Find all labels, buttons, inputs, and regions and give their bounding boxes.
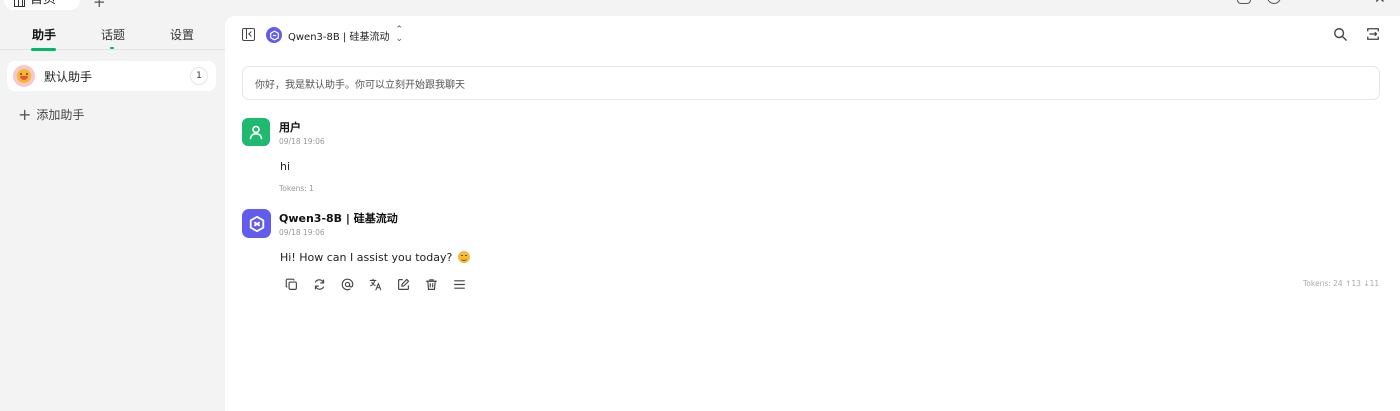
add-assistant-button[interactable]: + 添加助手 (18, 106, 84, 123)
translate-button[interactable] (367, 276, 383, 292)
delete-button[interactable] (423, 276, 439, 292)
at-sign-icon (341, 278, 353, 290)
tab-assistants[interactable]: 助手 (32, 26, 56, 43)
chat-header: Qwen3-8B | 硅基流动 ⌃ ⌄ (225, 16, 1400, 54)
add-tab-button[interactable]: + (93, 0, 106, 11)
sidebar-tabs: 助手 话题 设置 (0, 16, 225, 51)
add-assistant-label: 添加助手 (36, 108, 85, 122)
home-grid-icon (14, 0, 25, 7)
assistant-name: 默认助手 (44, 70, 93, 84)
sidebar: 助手 话题 设置 默认助手 1 + 添加助手 (0, 16, 225, 411)
tab-settings[interactable]: 设置 (170, 26, 194, 43)
search-icon[interactable] (1333, 27, 1347, 41)
layout-toggle-icon[interactable] (1366, 27, 1380, 41)
close-window-icon[interactable]: ✕ (1374, 0, 1386, 7)
assistant-item-default[interactable]: 默认助手 1 (7, 61, 216, 91)
model-name: Qwen3-8B | 硅基流动 (288, 31, 390, 43)
message-time: 09/18 19:06 (279, 228, 325, 237)
chevron-updown-icon: ⌃ ⌄ (395, 25, 404, 44)
message-actions (283, 276, 467, 292)
user-icon (249, 125, 263, 140)
active-tab-indicator (31, 48, 56, 51)
sidebar-toggle-icon[interactable] (242, 28, 255, 41)
qwen-logo-icon (249, 215, 264, 232)
user-avatar (242, 118, 270, 146)
window-top-strip: 首页 + ✕ (0, 0, 1400, 16)
message-text: Hi! How can I assist you today? (280, 251, 453, 264)
tab-topics[interactable]: 话题 (101, 26, 125, 43)
model-avatar (242, 209, 271, 238)
edit-icon (397, 278, 409, 290)
assistant-avatar (13, 65, 35, 87)
menu-icon (453, 279, 465, 289)
home-tab-label: 首页 (30, 0, 56, 7)
copy-icon (285, 278, 297, 290)
translate-icon (369, 278, 381, 290)
model-selector[interactable]: Qwen3-8B | 硅基流动 ⌃ ⌄ (266, 26, 403, 44)
message-time: 09/18 19:06 (279, 137, 325, 146)
plus-icon: + (18, 104, 32, 124)
monitor-icon[interactable] (1237, 0, 1251, 4)
regenerate-button[interactable] (311, 276, 327, 292)
smiling-emoji-icon (457, 251, 470, 263)
message-text: hi (280, 160, 291, 173)
model-logo-icon (266, 27, 282, 43)
message-sender: 用户 (279, 121, 301, 134)
topic-count-badge: 1 (190, 67, 208, 85)
copy-button[interactable] (283, 276, 299, 292)
settings-icon[interactable] (1267, 0, 1281, 4)
message-tokens: Tokens: 24 ↑13 ↓11 (1303, 279, 1380, 288)
edit-button[interactable] (395, 276, 411, 292)
smiley-icon (17, 69, 31, 83)
home-tab[interactable]: 首页 (4, 0, 80, 10)
trash-icon (425, 278, 437, 290)
assistant-prompt-box: 你好，我是默认助手。你可以立刻开始跟我聊天 (242, 66, 1380, 100)
chat-panel: Qwen3-8B | 硅基流动 ⌃ ⌄ 你好，我是默认助手。你可以立刻开始跟我聊天… (225, 16, 1400, 411)
message-text-wrap: Hi! How can I assist you today? (280, 251, 470, 264)
refresh-icon (314, 278, 324, 290)
message-tokens: Tokens: 1 (279, 184, 314, 193)
tab-indicator-dot (110, 47, 114, 49)
mention-button[interactable] (339, 276, 355, 292)
more-menu-button[interactable] (451, 276, 467, 292)
message-sender: Qwen3-8B | 硅基流动 (279, 212, 398, 225)
